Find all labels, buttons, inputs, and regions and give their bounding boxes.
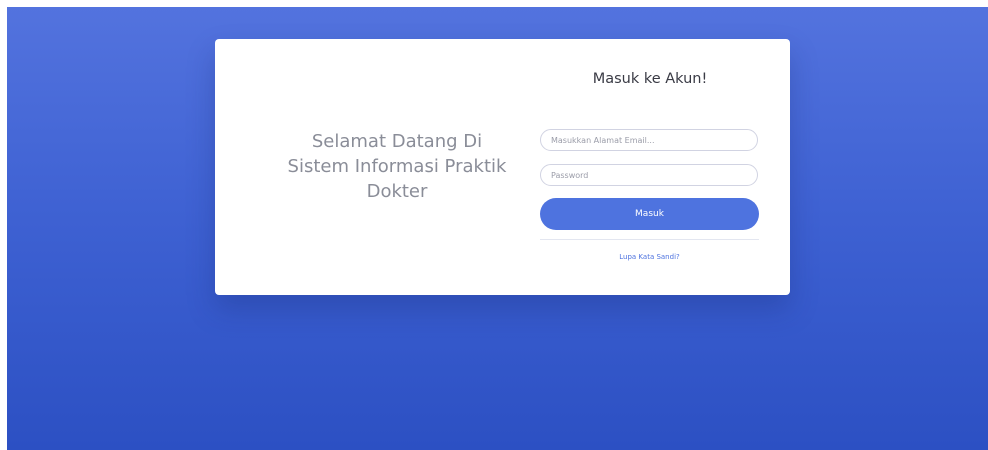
login-card: Selamat Datang Di Sistem Informasi Prakt… [215,39,790,295]
login-button[interactable]: Masuk [540,198,759,230]
email-input[interactable] [540,129,758,151]
welcome-heading: Selamat Datang Di Sistem Informasi Prakt… [237,129,557,204]
welcome-line-1: Selamat Datang Di [311,131,483,152]
welcome-line-3: Dokter [366,181,428,202]
password-input[interactable] [540,164,758,186]
form-divider [540,239,759,240]
forgot-password-link[interactable]: Lupa Kata Sandi? [540,253,759,261]
page-background: Selamat Datang Di Sistem Informasi Prakt… [7,7,988,450]
welcome-line-2: Sistem Informasi Praktik [287,156,507,177]
login-title: Masuk ke Akun! [592,71,708,87]
